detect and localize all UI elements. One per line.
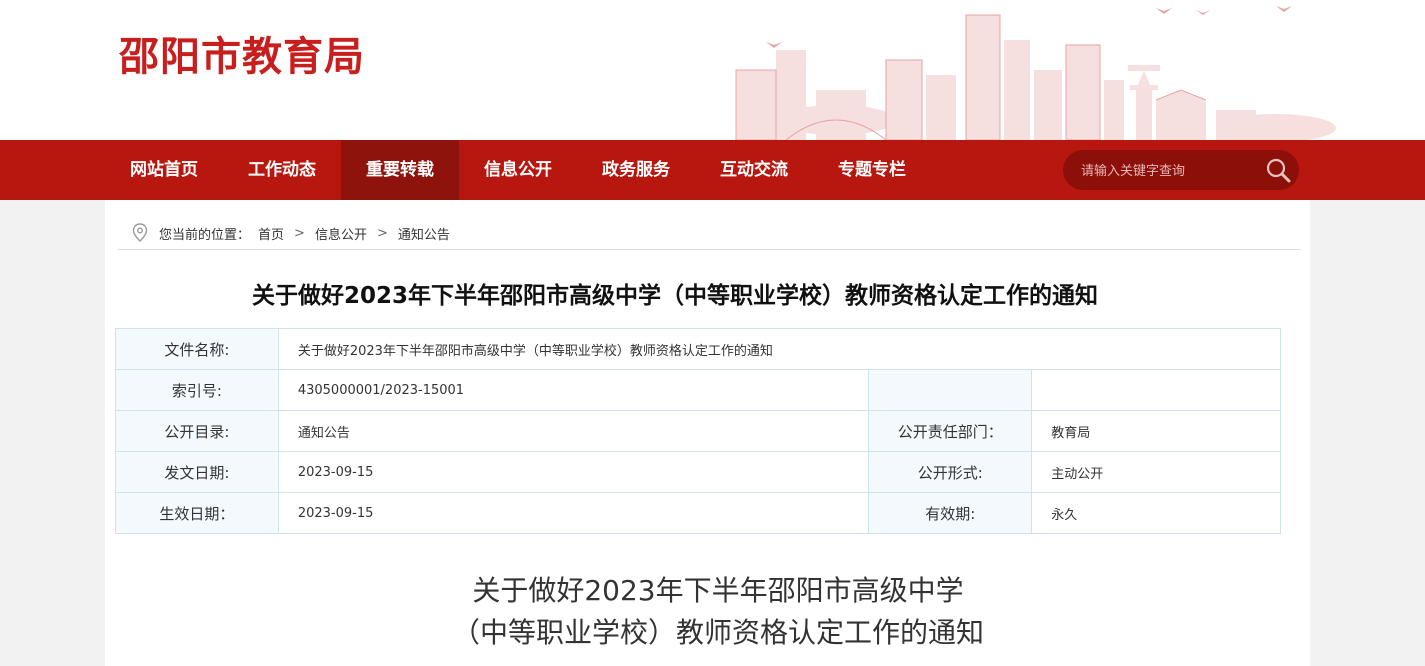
nav-item-reprints[interactable]: 重要转载: [341, 140, 459, 200]
content-panel: 您当前的位置： 首页 > 信息公开 > 通知公告 关于做好2023年下半年邵阳市…: [105, 200, 1310, 666]
nav-item-home[interactable]: 网站首页: [105, 140, 223, 200]
table-row: 公开目录: 通知公告 公开责任部门： 教育局: [115, 410, 1281, 452]
breadcrumb-home[interactable]: 首页: [258, 224, 284, 243]
site-header: 邵阳市教育局: [0, 0, 1425, 140]
divider: [118, 249, 1301, 250]
document-heading-line-2: （中等职业学校）教师资格认定工作的通知: [451, 616, 984, 649]
empty-label-cell: [868, 369, 1033, 411]
table-row: 文件名称: 关于做好2023年下半年邵阳市高级中学（中等职业学校）教师资格认定工…: [115, 328, 1282, 370]
table-row: 生效日期： 2023-09-15 有效期: 永久: [115, 492, 1281, 534]
document-meta-table: 文件名称: 关于做好2023年下半年邵阳市高级中学（中等职业学校）教师资格认定工…: [115, 328, 1282, 534]
doc-name-label: 文件名称:: [115, 328, 279, 370]
form-value: 主动公开: [1031, 451, 1281, 493]
breadcrumb-separator: >: [376, 225, 388, 241]
breadcrumb-notices[interactable]: 通知公告: [398, 224, 450, 243]
nav-item-work-news[interactable]: 工作动态: [223, 140, 341, 200]
article-title: 关于做好2023年下半年邵阳市高级中学（中等职业学校）教师资格认定工作的通知: [251, 283, 1098, 309]
breadcrumb-info-disclosure[interactable]: 信息公开: [315, 224, 367, 243]
breadcrumb: 您当前的位置： 首页 > 信息公开 > 通知公告: [131, 222, 450, 244]
index-label: 索引号:: [115, 369, 279, 411]
nav-item-special-topics[interactable]: 专题专栏: [813, 140, 931, 200]
catalog-label: 公开目录:: [115, 410, 279, 452]
search-button[interactable]: [1263, 155, 1293, 185]
search-box: [1063, 150, 1299, 190]
nav-item-gov-services[interactable]: 政务服务: [577, 140, 695, 200]
document-heading: 关于做好2023年下半年邵阳市高级中学 （中等职业学校）教师资格认定工作的通知: [105, 570, 1331, 654]
index-value: 4305000001/2023-15001: [277, 369, 870, 411]
search-input[interactable]: [1079, 158, 1253, 184]
empty-value-cell: [1031, 369, 1281, 411]
table-row: 索引号: 4305000001/2023-15001: [115, 369, 1281, 411]
validity-value: 永久: [1031, 492, 1281, 534]
nav-item-interaction[interactable]: 互动交流: [695, 140, 813, 200]
dept-value: 教育局: [1031, 410, 1281, 452]
city-skyline-illustration: [735, 6, 1336, 140]
effective-date-label: 生效日期：: [115, 492, 279, 534]
validity-label: 有效期:: [868, 492, 1033, 534]
document-heading-line-1: 关于做好2023年下半年邵阳市高级中学: [472, 574, 964, 607]
site-title[interactable]: 邵阳市教育局: [119, 24, 365, 82]
main-nav: 网站首页 工作动态 重要转载 信息公开 政务服务 互动交流 专题专栏: [0, 140, 1425, 200]
breadcrumb-prefix: 您当前的位置：: [159, 227, 251, 243]
search-icon: [1266, 158, 1291, 183]
nav-item-info-disclosure[interactable]: 信息公开: [459, 140, 577, 200]
issue-date-label: 发文日期:: [115, 451, 279, 493]
dept-label: 公开责任部门：: [868, 410, 1033, 452]
issue-date-value: 2023-09-15: [277, 451, 870, 493]
doc-name-value: 关于做好2023年下半年邵阳市高级中学（中等职业学校）教师资格认定工作的通知: [277, 328, 1282, 370]
location-pin-icon: [132, 223, 148, 242]
form-label: 公开形式:: [868, 451, 1033, 493]
effective-date-value: 2023-09-15: [277, 492, 870, 534]
table-row: 发文日期: 2023-09-15 公开形式: 主动公开: [115, 451, 1281, 493]
catalog-value: 通知公告: [277, 410, 870, 452]
breadcrumb-separator: >: [294, 225, 305, 241]
